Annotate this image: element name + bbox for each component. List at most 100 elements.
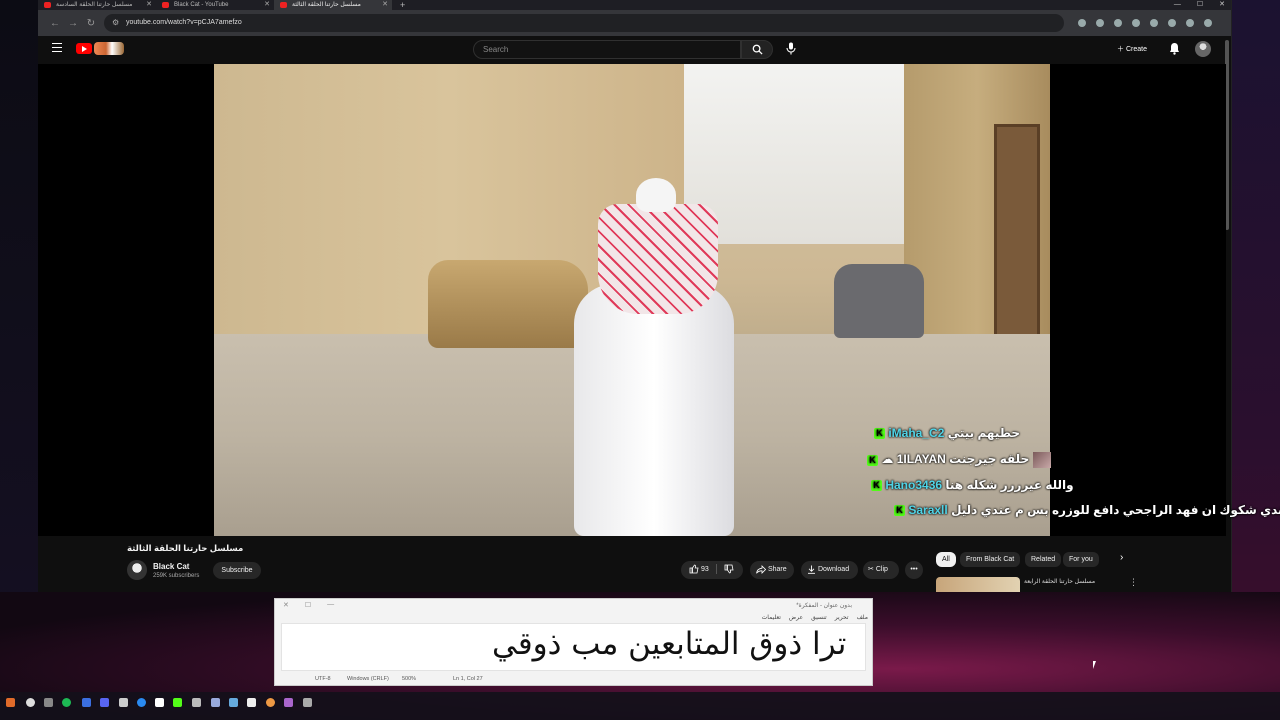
bookmark-star-icon[interactable] — [1096, 19, 1104, 27]
subscribe-button[interactable]: Subscribe — [213, 562, 261, 579]
youtube-logo-icon[interactable] — [76, 43, 92, 54]
menu-icon[interactable] — [52, 43, 62, 52]
site-info-icon[interactable]: ⚙ — [112, 14, 119, 32]
shemagh — [598, 204, 718, 314]
start-menu-icon[interactable] — [6, 698, 15, 707]
forward-icon[interactable]: → — [64, 18, 82, 29]
search-icon[interactable] — [26, 698, 35, 707]
menu-view[interactable]: عرض — [789, 614, 803, 621]
notepad-window: ✕ ☐ — *بدون عنوان - المفكرة ملف تحرير تن… — [274, 598, 873, 686]
install-icon[interactable] — [1078, 19, 1086, 27]
scissors-icon: ✂ — [868, 566, 874, 573]
like-button[interactable]: 93 — [689, 564, 711, 574]
extension-icon[interactable] — [1114, 19, 1122, 27]
discord-icon[interactable] — [100, 698, 109, 707]
clip-label: Clip — [875, 566, 888, 573]
tab-3[interactable]: مسلسل حارتنا الحلقة الثالثة ✕ — [274, 0, 392, 10]
task-view-icon[interactable] — [44, 698, 53, 707]
close-tab-icon[interactable]: ✕ — [146, 0, 152, 10]
like-count: 93 — [700, 566, 709, 573]
microphone-icon[interactable] — [786, 42, 796, 55]
more-vertical-icon[interactable]: ⋮ — [1129, 577, 1138, 588]
close-tab-icon[interactable]: ✕ — [382, 0, 388, 10]
app-icon[interactable] — [155, 698, 164, 707]
chip-for-you[interactable]: For you — [1063, 552, 1099, 567]
reload-icon[interactable]: ↻ — [82, 18, 100, 29]
menu-format[interactable]: تنسيق — [811, 614, 827, 621]
tab-2[interactable]: Black Cat - YouTube ✕ — [156, 0, 274, 10]
kick-icon: K — [874, 428, 885, 440]
recommended-video-thumbnail[interactable] — [936, 577, 1020, 592]
menu-dots-icon[interactable] — [1204, 19, 1212, 27]
notepad-taskbar-icon[interactable] — [303, 698, 312, 707]
recommended-video-title[interactable]: مسلسل حارتنا الحلقة الرابعة — [1024, 578, 1095, 585]
mouse-cursor — [1093, 661, 1096, 669]
kick-icon: K — [867, 454, 878, 466]
more-actions-button[interactable]: ••• — [905, 561, 923, 579]
chip-related[interactable]: Related — [1025, 552, 1062, 567]
search-input[interactable]: Search — [473, 40, 741, 59]
chat-username: iMaha_C2 — [888, 426, 945, 440]
thumbs-down-icon[interactable] — [724, 564, 734, 574]
close-window-icon[interactable]: ✕ — [283, 601, 289, 609]
download-button[interactable]: Download — [801, 561, 858, 579]
new-tab-button[interactable]: + — [392, 0, 413, 10]
search-button[interactable] — [741, 40, 773, 59]
app-icon[interactable] — [247, 698, 256, 707]
menu-file[interactable]: ملف — [857, 614, 868, 621]
kick-app-icon[interactable] — [173, 698, 182, 707]
youtube-favicon-icon — [162, 2, 169, 8]
clip-button[interactable]: ✂ Clip — [863, 561, 899, 579]
channel-avatar[interactable] — [127, 560, 147, 580]
status-line-ending: Windows (CRLF) — [347, 676, 389, 682]
minimize-icon[interactable]: — — [1174, 0, 1181, 10]
notepad-menu-bar: ملف تحرير تنسيق عرض تعليمات — [762, 614, 868, 621]
extension-icon[interactable] — [1132, 19, 1140, 27]
tab-1[interactable]: مسلسل حارتنا الحلقة السادسة ✕ — [38, 0, 156, 10]
youtube-doodle[interactable] — [94, 42, 124, 55]
divider — [715, 564, 717, 575]
download-icon — [808, 565, 815, 574]
app-icon[interactable] — [137, 698, 146, 707]
channel-name[interactable]: Black Cat — [153, 562, 189, 571]
menu-help[interactable]: تعليمات — [762, 614, 781, 621]
notepad-title: *بدون عنوان - المفكرة — [796, 603, 852, 609]
maximize-icon[interactable]: ☐ — [1197, 0, 1203, 10]
download-label: Download — [817, 566, 850, 573]
app-icon[interactable] — [119, 698, 128, 707]
spotify-icon[interactable] — [62, 698, 71, 707]
chat-message: K ☁ 1ILAYAN حلقه جيرجنت — [867, 452, 1051, 468]
notifications-bell-icon[interactable] — [1169, 42, 1180, 55]
status-encoding: UTF-8 — [315, 676, 331, 682]
share-button[interactable]: Share — [750, 561, 794, 579]
maximize-icon[interactable]: ☐ — [305, 601, 311, 609]
url-field[interactable]: ⚙ youtube.com/watch?v=pCJA7amefzo — [104, 14, 1064, 32]
chip-all[interactable]: All — [936, 552, 956, 567]
tab-bar: مسلسل حارتنا الحلقة السادسة ✕ Black Cat -… — [38, 0, 1231, 10]
back-icon[interactable]: ← — [46, 18, 64, 29]
chrome-icon[interactable] — [266, 698, 275, 707]
chevron-right-icon[interactable]: › — [1120, 552, 1123, 563]
minimize-icon[interactable]: — — [327, 601, 334, 609]
menu-edit[interactable]: تحرير — [835, 614, 849, 621]
kick-icon: K — [894, 505, 905, 517]
app-icon[interactable] — [284, 698, 293, 707]
close-window-icon[interactable]: ✕ — [1219, 0, 1225, 10]
create-label: Create — [1125, 46, 1147, 53]
notepad-text-area[interactable]: ترا ذوق المتابعين مب ذوقي — [281, 623, 866, 671]
app-icon[interactable] — [211, 698, 220, 707]
app-icon[interactable] — [192, 698, 201, 707]
profile-icon[interactable] — [1186, 19, 1194, 27]
account-avatar[interactable] — [1195, 41, 1211, 57]
chat-text: حطيهم بيتي — [947, 426, 1021, 440]
close-tab-icon[interactable]: ✕ — [264, 0, 270, 10]
puzzle-icon[interactable] — [1168, 19, 1176, 27]
app-icon[interactable] — [229, 698, 238, 707]
chip-from-channel[interactable]: From Black Cat — [960, 552, 1021, 567]
extension-icons — [1078, 19, 1212, 27]
create-button[interactable]: ＋ Create — [1117, 44, 1147, 54]
tab-label: مسلسل حارتنا الحلقة الثالثة — [292, 2, 361, 8]
app-icon[interactable] — [82, 698, 91, 707]
chat-message: K iMaha_C2 حطيهم بيتي — [874, 426, 1020, 440]
extension-icon[interactable] — [1150, 19, 1158, 27]
